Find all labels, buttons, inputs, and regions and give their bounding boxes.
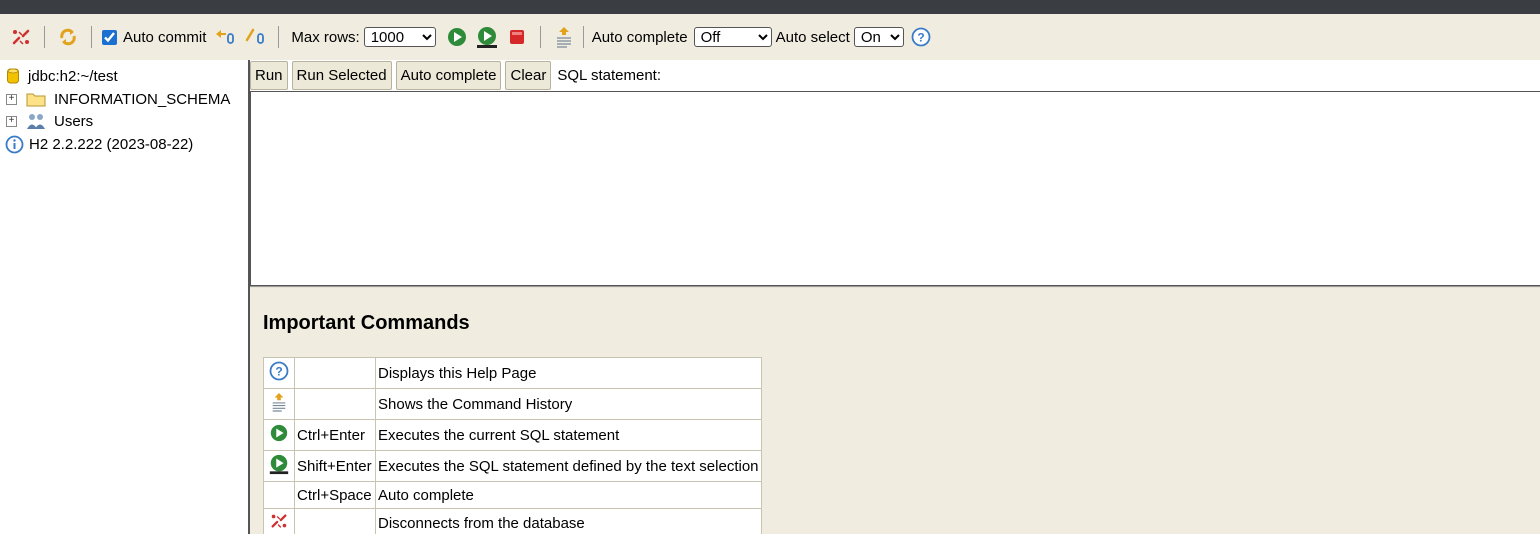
- run-icon[interactable]: [444, 24, 470, 50]
- result-panel: Important Commands ? Displays this Help …: [250, 288, 1540, 534]
- tree-version: H2 2.2.222 (2023-08-22): [5, 133, 193, 155]
- tree-item-label: INFORMATION_SCHEMA: [54, 90, 231, 108]
- help-cell-key: [294, 388, 376, 420]
- toolbar-separator: [278, 26, 280, 48]
- table-row: Ctrl+Space Auto complete: [263, 481, 762, 509]
- svg-text:?: ?: [917, 31, 924, 45]
- users-icon: [26, 112, 46, 130]
- folder-icon: [26, 91, 46, 107]
- toolbar-separator: [582, 26, 584, 48]
- toolbar-separator: [539, 26, 541, 48]
- help-commands-table: ? Displays this Help Page Shows the Comm…: [263, 357, 762, 534]
- disconnect-icon[interactable]: [8, 24, 34, 50]
- help-cell-desc: Displays this Help Page: [375, 357, 762, 389]
- sql-editor[interactable]: [250, 91, 1540, 286]
- help-cell-key: [294, 508, 376, 534]
- toolbar: Auto commit Max rows: 1000 Auto complete…: [0, 14, 1540, 60]
- help-cell-icon: ?: [263, 357, 295, 389]
- info-icon: [5, 135, 24, 154]
- auto-select-select[interactable]: On: [853, 27, 904, 47]
- version-label: H2 2.2.222 (2023-08-22): [29, 135, 194, 153]
- tree-connection[interactable]: jdbc:h2:~/test: [6, 65, 118, 87]
- refresh-icon[interactable]: [55, 24, 81, 50]
- help-cell-icon: [263, 481, 295, 509]
- help-cell-key: Ctrl+Space: [294, 481, 376, 509]
- tree-item-label: Users: [54, 112, 94, 130]
- auto-complete-select[interactable]: Off: [693, 27, 772, 47]
- help-cell-key: [294, 357, 376, 389]
- table-row: Disconnects from the database: [263, 508, 762, 534]
- stop-icon[interactable]: [504, 24, 530, 50]
- table-row: Ctrl+Enter Executes the current SQL stat…: [263, 419, 762, 451]
- help-cell-key: Shift+Enter: [294, 450, 376, 482]
- auto-commit-label: Auto commit: [123, 28, 207, 46]
- run-selected-icon[interactable]: [474, 24, 500, 50]
- run-selected-button[interactable]: Run Selected: [291, 61, 392, 90]
- history-icon[interactable]: [551, 24, 577, 50]
- window-top-bar: [0, 0, 1540, 14]
- help-cell-desc: Executes the current SQL statement: [375, 419, 762, 451]
- tree-item-information-schema[interactable]: + INFORMATION_SCHEMA: [6, 88, 230, 110]
- query-toolbar: Run Run Selected Auto complete Clear SQL…: [250, 60, 1540, 91]
- max-rows-select[interactable]: 1000: [363, 27, 436, 47]
- toolbar-separator: [44, 26, 45, 48]
- clear-button[interactable]: Clear: [505, 61, 552, 90]
- schema-tree-panel: jdbc:h2:~/test + INFORMATION_SCHEMA + Us…: [0, 60, 248, 534]
- help-icon[interactable]: ?: [908, 24, 934, 50]
- expand-icon[interactable]: +: [6, 115, 17, 127]
- history-icon[interactable]: [270, 390, 288, 414]
- help-cell-icon: [263, 508, 295, 534]
- help-cell-key: Ctrl+Enter: [294, 419, 376, 451]
- toolbar-separator: [91, 26, 92, 48]
- table-row: Shows the Command History: [263, 388, 762, 420]
- sql-statement-label: SQL statement:: [557, 67, 662, 84]
- disconnect-icon[interactable]: [269, 511, 289, 531]
- help-title: Important Commands: [263, 312, 470, 334]
- help-icon[interactable]: ?: [269, 361, 289, 381]
- help-cell-icon: [263, 450, 295, 482]
- table-row: Shift+Enter Executes the SQL statement d…: [263, 450, 762, 482]
- run-icon[interactable]: [269, 423, 289, 443]
- rollback-icon[interactable]: [212, 24, 238, 50]
- help-cell-desc: Auto complete: [375, 481, 762, 509]
- auto-select-label: Auto select: [775, 28, 850, 46]
- tree-item-users[interactable]: + Users: [6, 110, 93, 132]
- help-cell-icon: [263, 419, 295, 451]
- run-button[interactable]: Run: [250, 61, 288, 90]
- auto-commit-checkbox[interactable]: [102, 29, 117, 45]
- table-row: ? Displays this Help Page: [263, 357, 762, 389]
- commit-icon[interactable]: [242, 24, 268, 50]
- auto-complete-button[interactable]: Auto complete: [395, 61, 502, 90]
- help-cell-desc: Shows the Command History: [375, 388, 762, 420]
- svg-text:?: ?: [275, 365, 282, 379]
- max-rows-label: Max rows:: [291, 28, 360, 46]
- help-cell-icon: [263, 388, 295, 420]
- run-selected-icon[interactable]: [268, 453, 290, 475]
- database-icon: [6, 67, 20, 85]
- help-cell-desc: Executes the SQL statement defined by th…: [375, 450, 762, 482]
- expand-icon[interactable]: +: [6, 93, 17, 105]
- help-cell-desc: Disconnects from the database: [375, 508, 762, 534]
- connection-label: jdbc:h2:~/test: [28, 67, 118, 85]
- auto-complete-label: Auto complete: [591, 28, 688, 46]
